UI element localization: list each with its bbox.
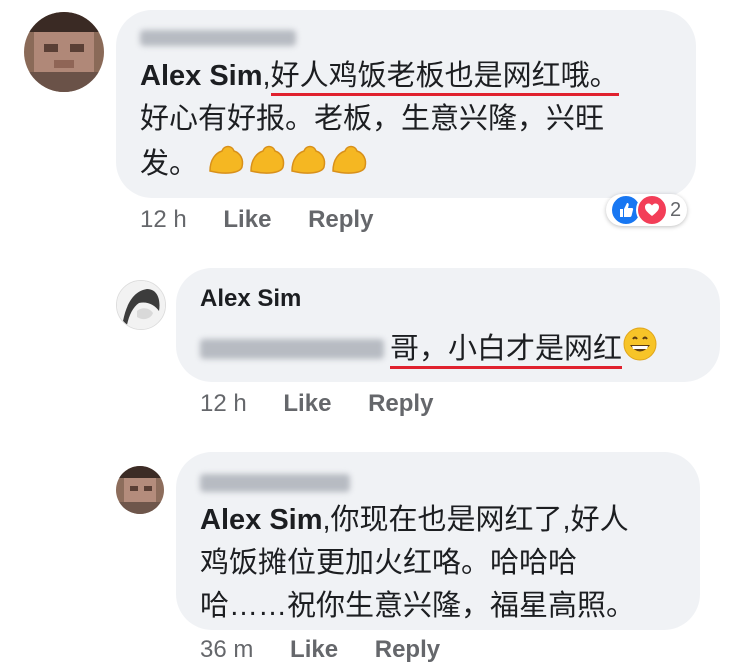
commenter-name[interactable]: Alex Sim <box>200 285 301 313</box>
avatar[interactable] <box>116 280 166 330</box>
reply-button[interactable]: Reply <box>375 636 440 664</box>
comment-text-line: 哈……祝你生意兴隆，福星高照。 <box>200 590 636 622</box>
grinning-face-icon <box>622 326 658 375</box>
blurred-tagged-name <box>200 339 384 359</box>
reply-button[interactable]: Reply <box>368 390 433 418</box>
pixelated-face-avatar <box>24 12 104 92</box>
comment-text-line: 发。 <box>140 148 199 181</box>
reactions-summary[interactable]: 2 <box>606 194 688 226</box>
timestamp[interactable]: 12 h <box>200 390 247 418</box>
like-button[interactable]: Like <box>223 206 271 234</box>
love-reaction-icon <box>636 194 668 226</box>
tagged-user[interactable]: Alex Sim <box>140 60 263 92</box>
profile-photo-avatar <box>117 281 165 329</box>
avatar[interactable] <box>116 466 164 514</box>
reaction-count: 2 <box>670 198 682 221</box>
flexed-biceps-icon <box>206 141 370 190</box>
comment-text-punct: , <box>262 60 271 92</box>
comment-actions: 36 m Like Reply <box>200 636 440 664</box>
timestamp[interactable]: 12 h <box>140 206 187 234</box>
underlined-text: 好人鸡饭老板也是网红哦。 <box>270 60 619 96</box>
tagged-user[interactable]: Alex Sim <box>200 504 323 536</box>
comment-text-line: ,你现在也是网红了,好人 <box>322 504 629 536</box>
comment-text-line: 鸡饭摊位更加火红咯。哈哈哈 <box>200 547 578 579</box>
reply-button[interactable]: Reply <box>308 206 373 234</box>
like-button[interactable]: Like <box>290 636 338 664</box>
avatar[interactable] <box>24 12 104 92</box>
comment-text: 哥，小白才是网红 <box>390 326 658 375</box>
comment-text: Alex Sim,好人鸡饭老板也是网红哦。 好心有好报。老板，生意兴隆，兴旺 发… <box>140 55 680 190</box>
blurred-commenter-name <box>200 474 350 492</box>
timestamp[interactable]: 36 m <box>200 636 253 664</box>
comment-text: Alex Sim,你现在也是网红了,好人 鸡饭摊位更加火红咯。哈哈哈 哈……祝你… <box>200 499 690 628</box>
pixelated-face-avatar <box>116 466 164 514</box>
blurred-commenter-name <box>140 30 296 46</box>
underlined-text: 哥，小白才是网红 <box>390 333 623 370</box>
like-button[interactable]: Like <box>283 390 331 418</box>
comment-text-line: 好心有好报。老板，生意兴隆，兴旺 <box>140 103 605 135</box>
comment-actions: 12 h Like Reply <box>140 206 373 234</box>
comment-actions: 12 h Like Reply <box>200 390 433 418</box>
